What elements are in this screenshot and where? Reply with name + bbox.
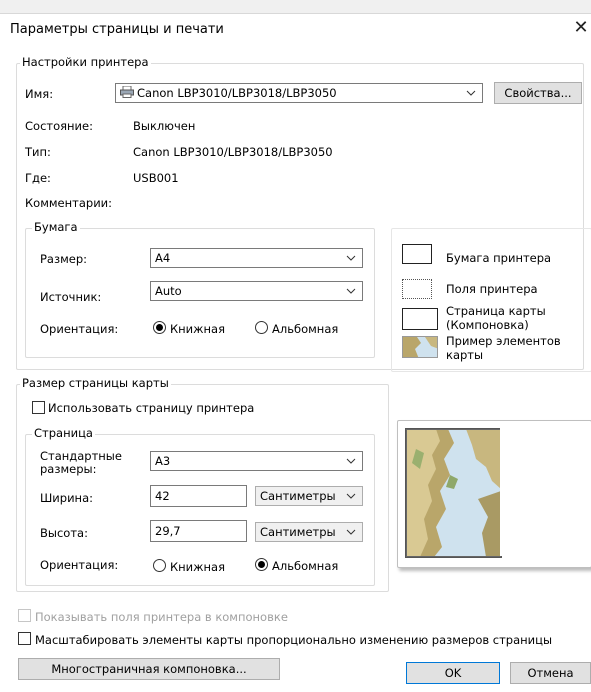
show-printer-margins-checkbox[interactable] <box>18 609 31 622</box>
map-page-size-legend: Размер страницы карты <box>20 376 171 390</box>
width-unit-select[interactable]: Сантиметры <box>255 486 363 506</box>
multipage-layout-button[interactable]: Многостраничная компоновка... <box>18 658 280 680</box>
printer-icon <box>120 85 134 103</box>
printer-name-value: Canon LBP3010/LBP3018/LBP3050 <box>137 86 337 100</box>
map-sample-label: Пример элементов карты <box>446 334 561 362</box>
ok-button[interactable]: OK <box>406 662 500 684</box>
close-icon[interactable]: ✕ <box>572 17 590 38</box>
page-preview-map <box>405 428 502 558</box>
chevron-down-icon <box>344 523 358 541</box>
chevron-down-icon <box>344 249 358 267</box>
status-label: Состояние: <box>25 119 93 133</box>
standard-sizes-select[interactable]: A3 <box>150 451 363 471</box>
comment-label: Комментарии: <box>25 196 113 210</box>
page-preview-blank <box>500 428 590 556</box>
height-input[interactable]: 29,7 <box>150 520 247 542</box>
paper-size-select[interactable]: A4 <box>150 248 363 268</box>
use-printer-page-label[interactable]: Использовать страницу принтера <box>48 401 254 415</box>
width-input[interactable]: 42 <box>150 485 247 507</box>
printer-margins-swatch <box>402 279 432 299</box>
background-app-strip <box>0 0 591 14</box>
printer-paper-label: Бумага принтера <box>446 251 552 265</box>
chevron-down-icon <box>344 452 358 470</box>
page-orientation-label: Ориентация: <box>40 558 119 572</box>
paper-portrait-label[interactable]: Книжная <box>170 322 225 336</box>
where-value: USB001 <box>133 171 179 185</box>
page-legend: Страница <box>32 426 95 440</box>
height-label: Высота: <box>40 526 88 540</box>
status-value: Выключен <box>133 119 196 133</box>
dialog-title: Параметры страницы и печати <box>10 22 224 37</box>
paper-landscape-radio[interactable] <box>255 321 268 334</box>
paper-source-select[interactable]: Auto <box>150 281 363 301</box>
map-page-label: Страница карты (Компоновка) <box>446 304 546 332</box>
paper-source-label: Источник: <box>40 290 102 304</box>
height-unit-value: Сантиметры <box>260 525 336 539</box>
printer-settings-legend: Настройки принтера <box>20 55 151 69</box>
show-printer-margins-label[interactable]: Показывать поля принтера в компоновке <box>35 610 288 624</box>
map-sample-swatch <box>402 336 438 358</box>
paper-orientation-label: Ориентация: <box>40 322 119 336</box>
paper-source-value: Auto <box>155 284 182 298</box>
page-portrait-label[interactable]: Книжная <box>170 560 225 574</box>
paper-legend: Бумага <box>32 220 80 234</box>
paper-landscape-label[interactable]: Альбомная <box>272 322 338 336</box>
scale-elements-label[interactable]: Масштабировать элементы карты пропорцион… <box>35 633 552 647</box>
paper-portrait-radio[interactable] <box>153 321 166 334</box>
type-label: Тип: <box>25 145 51 159</box>
standard-sizes-label: Стандартные размеры: <box>40 449 122 476</box>
use-printer-page-checkbox[interactable] <box>32 401 45 414</box>
printer-paper-swatch <box>402 244 432 264</box>
map-page-swatch <box>402 308 438 330</box>
type-value: Canon LBP3010/LBP3018/LBP3050 <box>133 145 333 159</box>
paper-size-label: Размер: <box>40 252 88 266</box>
chevron-down-icon <box>344 487 358 505</box>
width-label: Ширина: <box>40 491 93 505</box>
cancel-button[interactable]: Отмена <box>510 662 591 684</box>
properties-button[interactable]: Свойства... <box>494 82 582 104</box>
width-unit-value: Сантиметры <box>260 489 336 503</box>
chevron-down-icon <box>344 282 358 300</box>
chevron-down-icon <box>464 84 478 102</box>
printer-margins-label: Поля принтера <box>446 282 538 296</box>
page-landscape-label[interactable]: Альбомная <box>272 559 338 573</box>
standard-sizes-value: A3 <box>155 454 171 468</box>
printer-name-select[interactable]: Canon LBP3010/LBP3018/LBP3050 <box>115 83 483 103</box>
page-portrait-radio[interactable] <box>153 559 166 572</box>
paper-size-value: A4 <box>155 251 171 265</box>
height-unit-select[interactable]: Сантиметры <box>255 522 363 542</box>
where-label: Где: <box>25 171 51 185</box>
printer-name-label: Имя: <box>25 87 54 101</box>
scale-elements-checkbox[interactable] <box>18 632 31 645</box>
page-landscape-radio[interactable] <box>255 558 268 571</box>
